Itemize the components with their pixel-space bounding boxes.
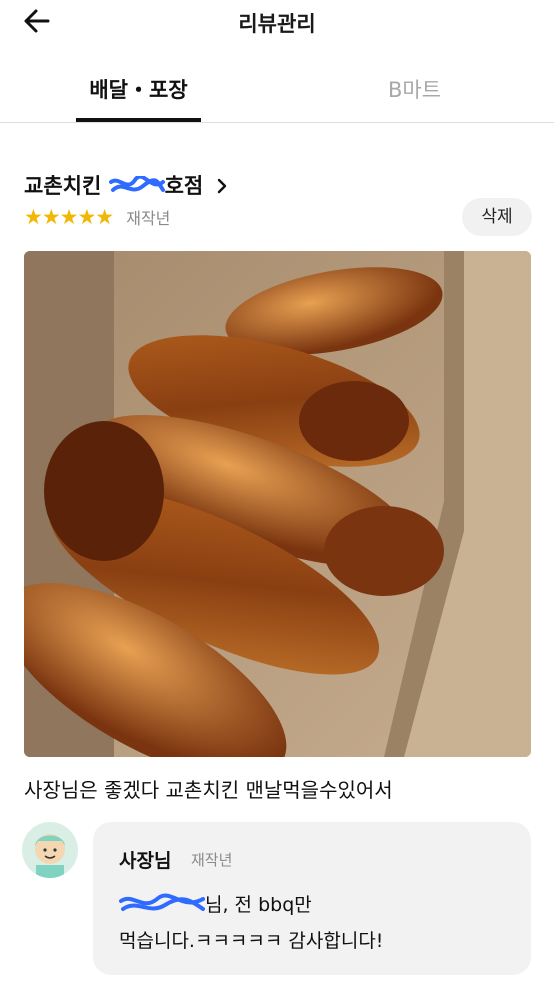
page-title: 리뷰관리 xyxy=(238,12,316,36)
review-photo xyxy=(24,251,531,757)
chevron-right-icon xyxy=(217,178,226,194)
active-tab-indicator xyxy=(76,118,201,122)
rating-row: ★★★★★ 재작년 xyxy=(24,205,170,231)
reply-text-line2: 먹습니다.ㅋㅋㅋㅋㅋ 감사합니다! xyxy=(119,930,384,952)
reply-date: 재작년 xyxy=(191,851,233,869)
owner-avatar xyxy=(22,822,78,878)
tab-delivery-pickup[interactable]: 배달・포장 xyxy=(76,74,201,122)
tab-bmart[interactable]: B마트 xyxy=(352,74,477,122)
store-name-suffix: 호점 xyxy=(164,174,204,198)
app-header: 리뷰관리 xyxy=(0,0,554,50)
review-text: 사장님은 좋겠다 교촌치킨 맨날먹을수있어서 xyxy=(24,778,393,802)
tab-bar: 배달・포장 B마트 xyxy=(0,62,554,123)
tab-label: 배달・포장 xyxy=(89,78,188,102)
owner-reply: 사장님 재작년 님, 전 bbq만 먹습니다.ㅋㅋㅋㅋㅋ 감사합니다! xyxy=(93,822,531,975)
review-date: 재작년 xyxy=(126,209,171,228)
store-name-link[interactable]: 교촌치킨 호점 xyxy=(24,170,229,200)
reply-line1-text: 님, 전 bbq만 xyxy=(205,894,312,916)
delete-button[interactable]: 삭제 xyxy=(462,198,532,236)
redaction-scribble xyxy=(108,176,165,192)
star-rating: ★★★★★ xyxy=(24,205,114,229)
tab-label: B마트 xyxy=(387,78,442,102)
reply-author: 사장님 xyxy=(119,850,172,872)
reply-text-line1: 님, 전 bbq만 xyxy=(119,890,312,917)
redaction-scribble xyxy=(119,893,205,911)
store-name-prefix: 교촌치킨 xyxy=(24,174,102,198)
